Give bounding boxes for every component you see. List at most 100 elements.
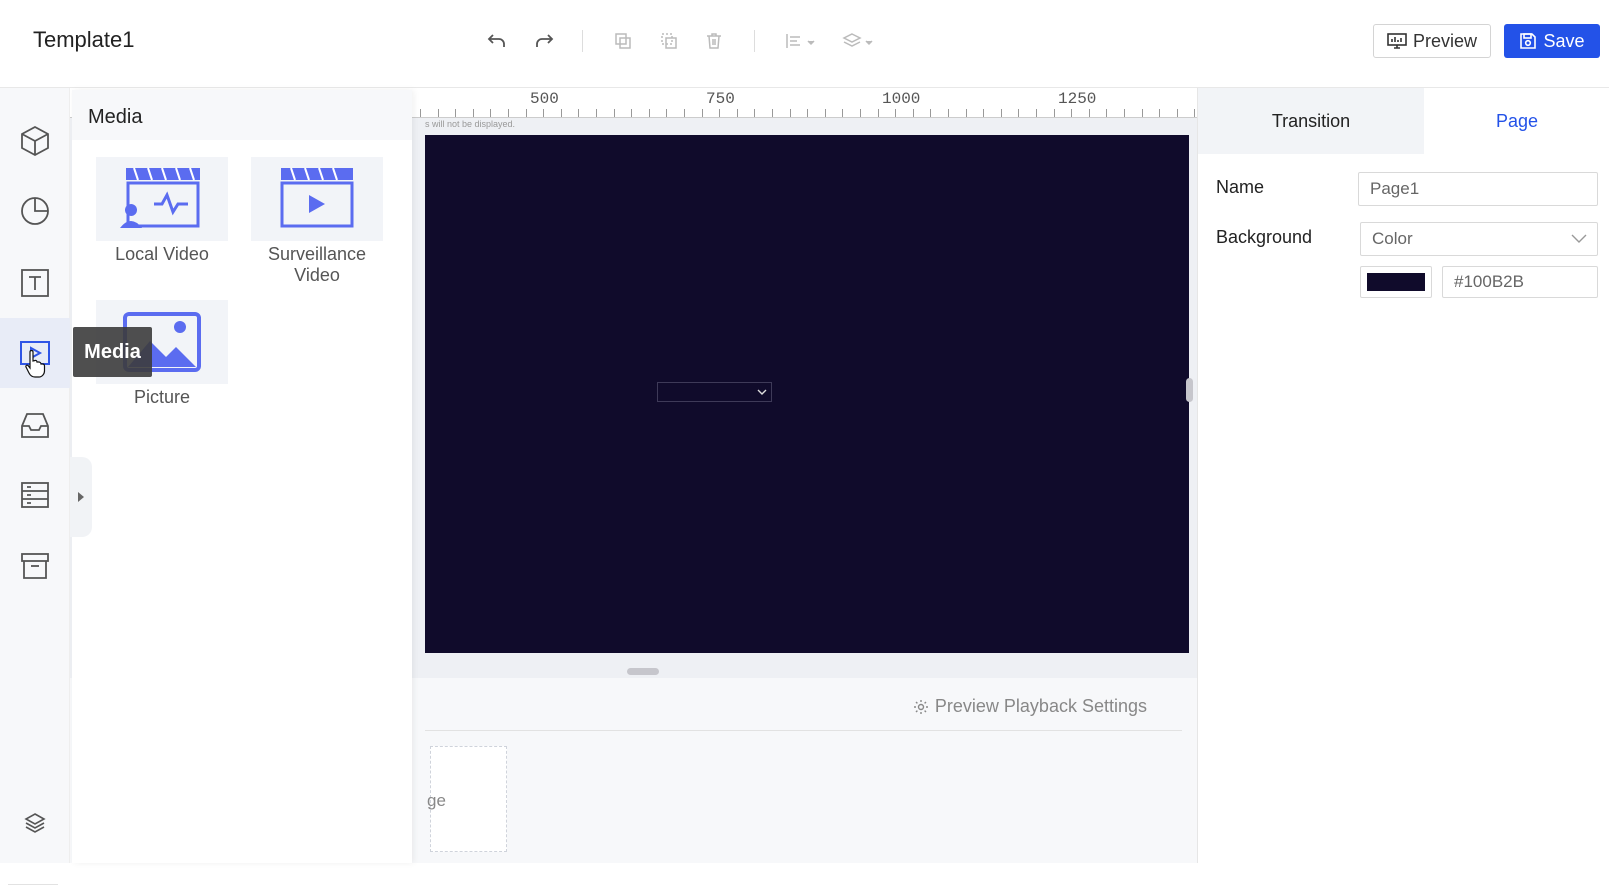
ruler-tick xyxy=(842,109,843,117)
save-icon xyxy=(1520,33,1537,49)
media-panel: Media Local Video Surveillance Video Pic… xyxy=(72,90,412,863)
ruler-tick xyxy=(526,109,527,117)
ruler-tick xyxy=(895,109,896,117)
ruler-tick xyxy=(790,109,791,117)
ruler-tick xyxy=(473,109,474,117)
ruler-tick xyxy=(438,109,439,117)
ruler-tick xyxy=(860,109,861,117)
inbox-icon xyxy=(21,413,49,438)
caret-right-icon xyxy=(78,492,84,502)
vertical-scrollbar[interactable] xyxy=(1186,378,1193,402)
layers-icon xyxy=(842,33,873,47)
trash-icon xyxy=(707,33,721,49)
ruler-tick xyxy=(1054,109,1055,117)
undo-button[interactable] xyxy=(483,27,511,55)
media-panel-header: Media xyxy=(72,90,412,140)
tab-transition[interactable]: Transition xyxy=(1198,88,1424,154)
duplicate-button[interactable] xyxy=(655,27,683,55)
ruler-note: s will not be displayed. xyxy=(425,119,516,129)
redo-button[interactable] xyxy=(530,27,558,55)
sidebar-item-list[interactable] xyxy=(0,460,70,530)
page-canvas[interactable] xyxy=(425,135,1189,653)
ruler-tick xyxy=(754,109,755,117)
ruler-tick xyxy=(543,109,544,117)
cube-icon xyxy=(21,125,49,157)
ruler-tick xyxy=(684,109,685,117)
ruler-tick xyxy=(878,109,879,117)
copy-button[interactable] xyxy=(609,27,637,55)
preview-label: Preview xyxy=(1412,30,1478,51)
ruler-label: 1250 xyxy=(1058,90,1097,108)
mouse-cursor-icon xyxy=(24,349,46,383)
ruler-tick xyxy=(702,109,703,117)
save-button[interactable]: Save xyxy=(1504,24,1600,58)
layer-order-dropdown[interactable] xyxy=(840,27,878,55)
media-item-local-video[interactable]: Local Video xyxy=(92,157,232,265)
ruler-tick xyxy=(1124,109,1125,117)
archive-icon xyxy=(21,553,49,579)
preview-playback-label: Preview Playback Settings xyxy=(934,696,1147,716)
sidebar-item-charts[interactable] xyxy=(0,176,70,246)
ruler-tick xyxy=(1089,109,1090,117)
panel-collapse-toggle[interactable] xyxy=(70,457,92,537)
media-item-label: Picture xyxy=(133,387,191,407)
properties-tabs: Transition Page xyxy=(1198,88,1609,154)
toolbar-divider xyxy=(582,30,583,52)
ruler-tick xyxy=(420,109,421,117)
preview-button[interactable]: Preview xyxy=(1373,24,1491,58)
ruler-tick xyxy=(913,109,914,117)
local-video-thumb xyxy=(96,157,228,241)
ruler-tick xyxy=(1071,109,1072,117)
gear-icon xyxy=(913,699,928,714)
monitor-icon xyxy=(1387,33,1407,49)
align-dropdown[interactable] xyxy=(782,27,820,55)
surveillance-video-icon xyxy=(280,167,354,228)
ruler-tick xyxy=(596,109,597,117)
color-swatch-button[interactable] xyxy=(1360,266,1432,298)
media-item-surveillance-video[interactable]: Surveillance Video xyxy=(247,157,387,286)
thumbnail-label: ge xyxy=(427,791,446,810)
ruler-tick xyxy=(1159,109,1160,117)
ruler-tick xyxy=(631,109,632,117)
background-type-select[interactable]: Color xyxy=(1360,222,1598,256)
ruler-tick xyxy=(772,109,773,117)
sidebar-item-inbox[interactable] xyxy=(0,390,70,460)
list-icon xyxy=(21,482,49,508)
top-toolbar: Template1 Preview Save xyxy=(0,0,1609,88)
ruler-tick xyxy=(490,109,491,117)
undo-icon xyxy=(487,34,505,47)
save-label: Save xyxy=(1543,30,1585,51)
align-icon xyxy=(786,34,815,48)
name-label: Name xyxy=(1216,177,1265,197)
canvas-dropdown[interactable] xyxy=(657,382,772,402)
page-thumbnail[interactable]: ge xyxy=(427,746,507,852)
color-swatch xyxy=(1367,273,1425,291)
duplicate-icon xyxy=(661,33,677,49)
sidebar-item-components[interactable] xyxy=(0,106,70,176)
ruler-tick xyxy=(719,109,720,117)
color-hex-input[interactable]: #100B2B xyxy=(1442,266,1598,298)
background-label: Background xyxy=(1216,227,1313,247)
sidebar-item-text[interactable] xyxy=(0,248,70,318)
delete-button[interactable] xyxy=(700,27,728,55)
sidebar-item-archive[interactable] xyxy=(0,531,70,601)
ruler-tick xyxy=(948,109,949,117)
chevron-down-icon xyxy=(1571,234,1587,243)
ruler-tick xyxy=(1106,109,1107,117)
ruler-tick xyxy=(666,109,667,117)
tab-page[interactable]: Page xyxy=(1424,88,1609,154)
ruler-tick xyxy=(737,109,738,117)
horizontal-scrollbar[interactable] xyxy=(627,668,659,675)
ruler-tick xyxy=(983,109,984,117)
media-panel-title: Media xyxy=(88,106,143,128)
page-name-input[interactable]: Page1 xyxy=(1358,172,1598,206)
layers-icon xyxy=(24,813,46,833)
chevron-down-icon xyxy=(757,389,767,395)
media-item-label: Local Video xyxy=(115,244,209,264)
preview-playback-settings[interactable]: Preview Playback Settings xyxy=(913,696,1147,717)
ruler-tick xyxy=(1194,109,1195,117)
ruler-tick xyxy=(825,109,826,117)
ruler-tick xyxy=(578,109,579,117)
ruler-tick xyxy=(1142,109,1143,117)
sidebar-item-layers[interactable] xyxy=(0,788,70,858)
